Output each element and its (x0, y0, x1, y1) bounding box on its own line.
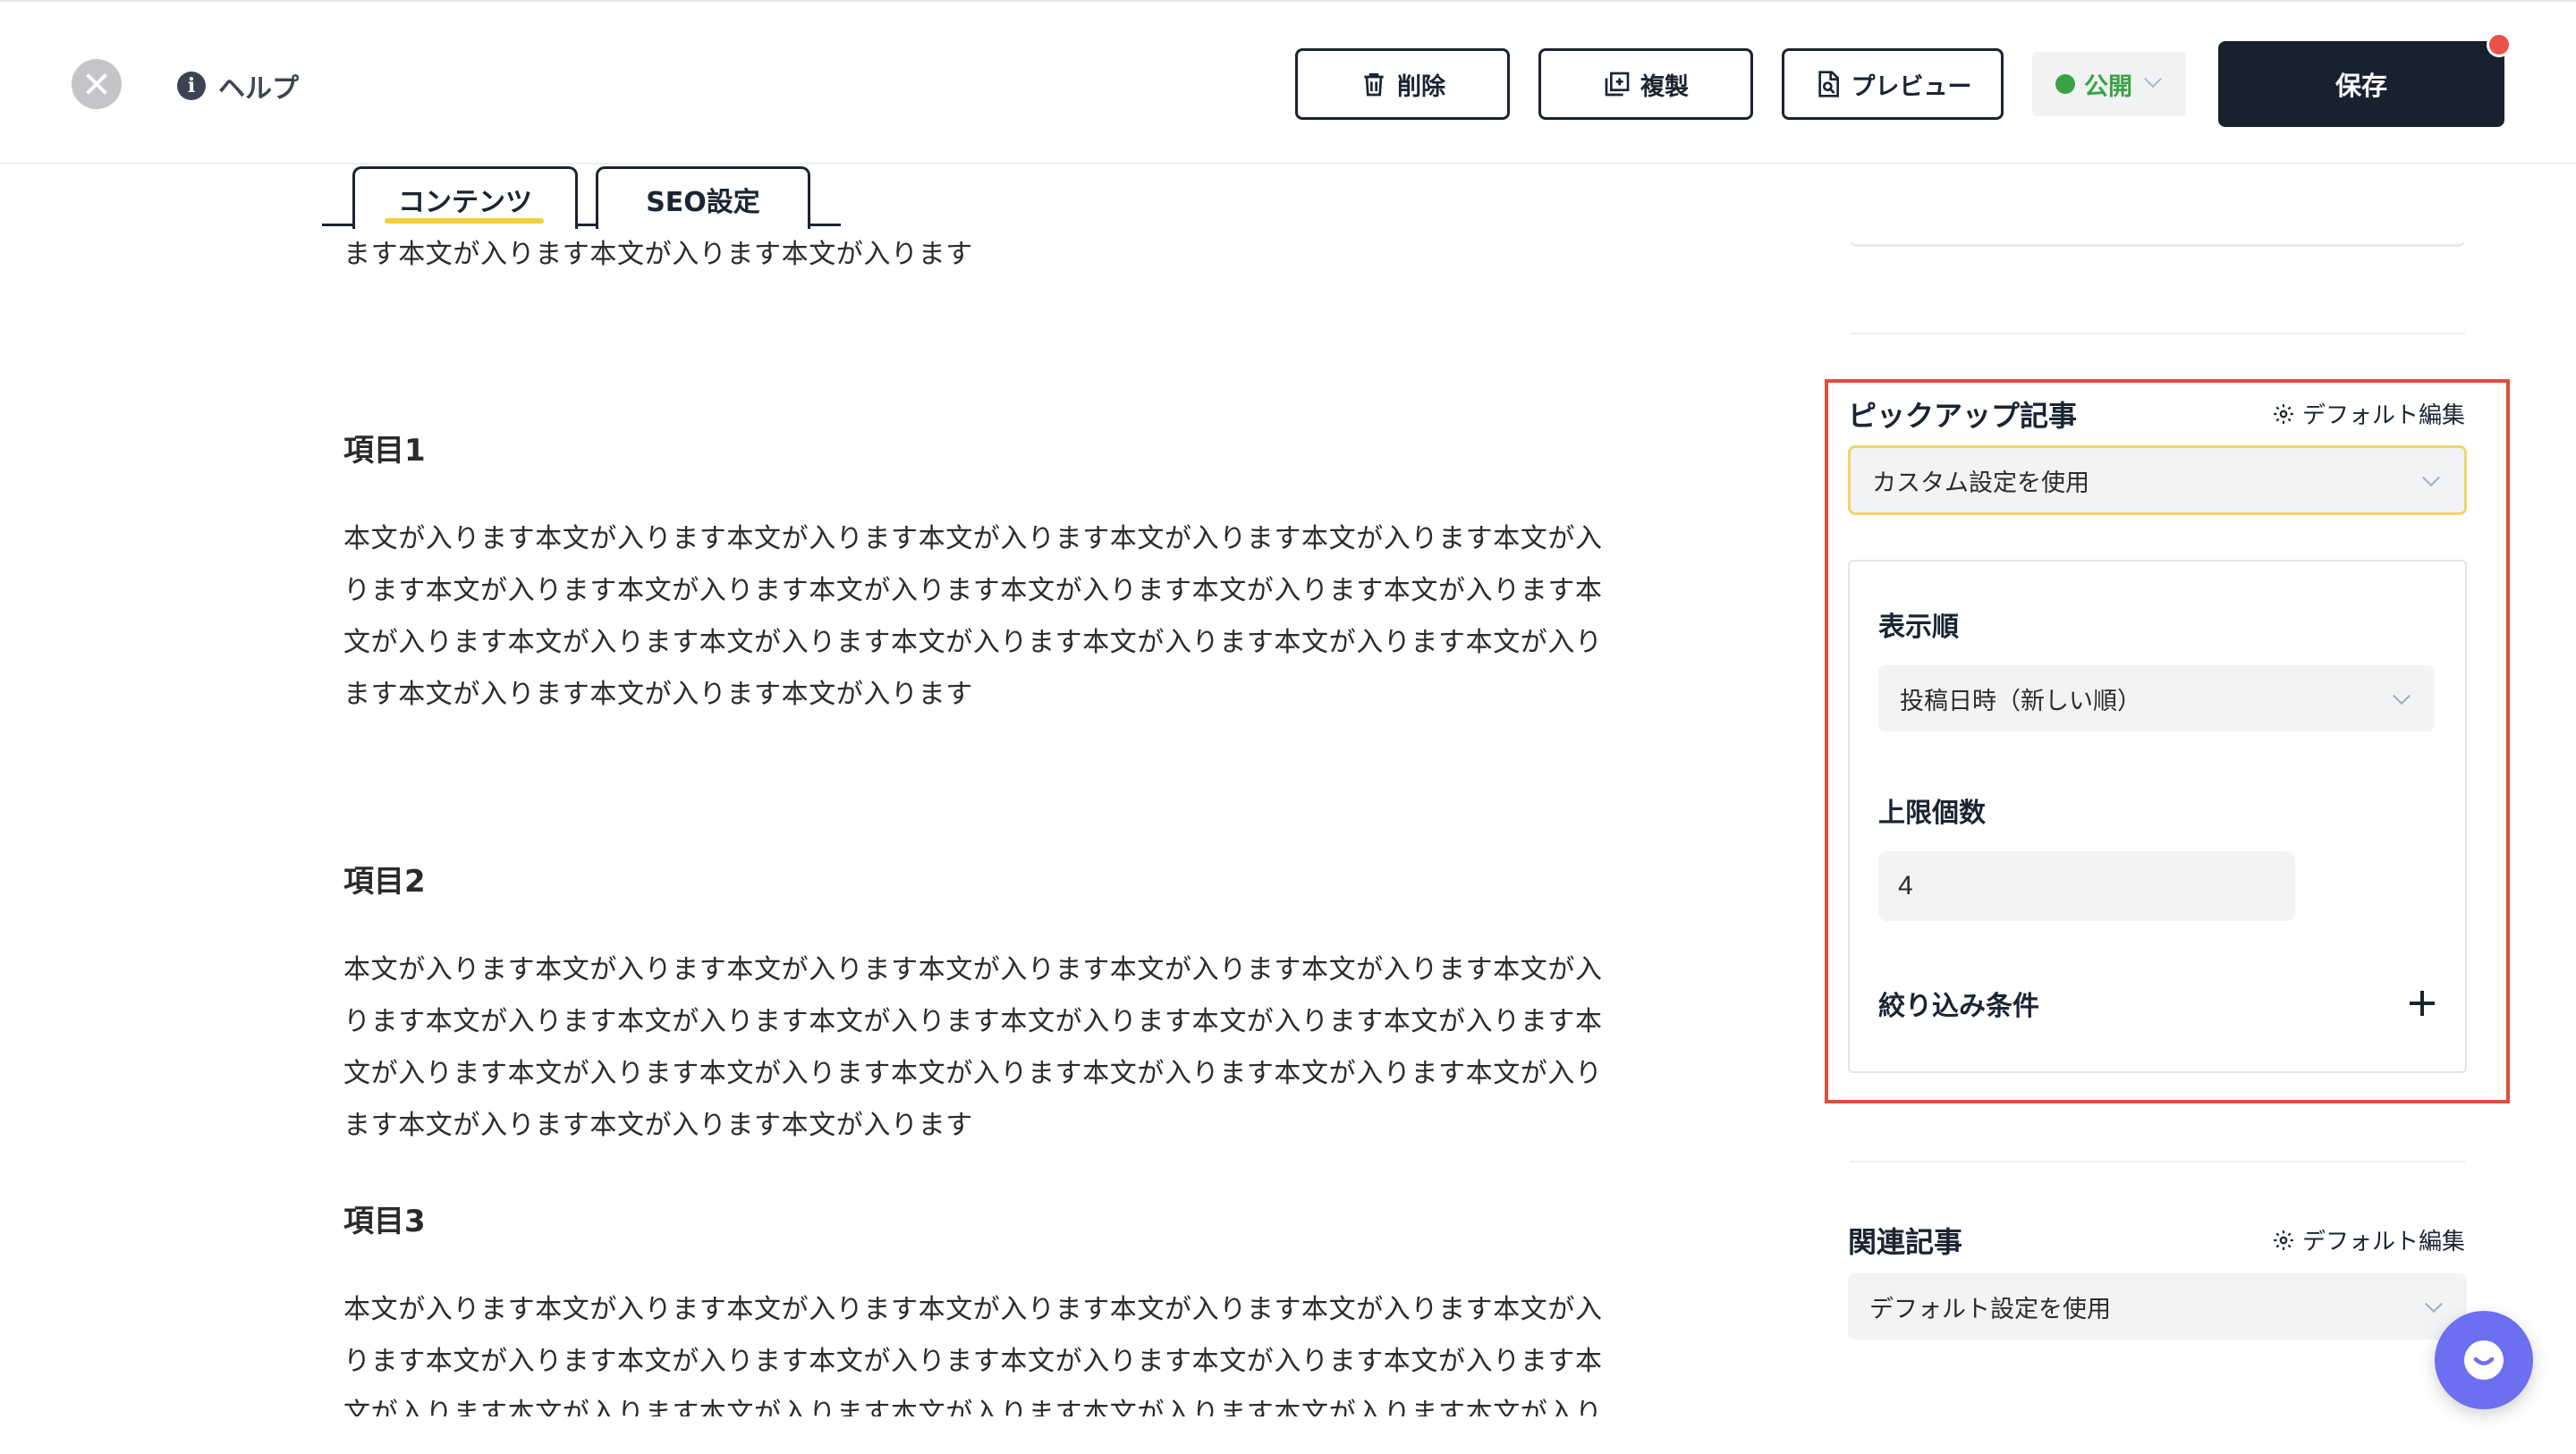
paragraph-line: ります本文が入ります本文が入ります本文が入ります本文が入ります本文が入ります本文… (343, 1346, 1603, 1377)
sidebar-previous-field (1850, 229, 2465, 247)
info-icon: i (177, 72, 206, 100)
related-default-edit-link[interactable]: デフォルト編集 (2272, 1223, 2465, 1256)
paragraph-line: ます本文が入ります本文が入ります本文が入ります (343, 1110, 973, 1141)
article-body: ます本文が入ります本文が入ります本文が入ります 項目1 本文が入ります本文が入り… (343, 229, 1667, 1416)
duplicate-icon (1605, 72, 1630, 97)
section-heading: 項目3 (343, 1204, 426, 1239)
paragraph-line: ります本文が入ります本文が入ります本文が入ります本文が入ります本文が入ります本文… (343, 575, 1603, 606)
paragraph-line: 文が入ります本文が入ります本文が入ります本文が入ります本文が入ります本文が入りま… (343, 1398, 1603, 1416)
related-setting-select[interactable]: デフォルト設定を使用 (1848, 1273, 2467, 1340)
delete-label: 削除 (1397, 72, 1445, 101)
paragraph-line: ります本文が入ります本文が入ります本文が入ります本文が入ります本文が入ります本文… (343, 1006, 1603, 1037)
section-heading: 項目2 (343, 864, 426, 900)
preview-document-icon (1818, 71, 1839, 97)
pickup-default-edit-link[interactable]: デフォルト編集 (2272, 397, 2465, 430)
section-paragraph: 本文が入ります本文が入ります本文が入ります本文が入ります本文が入ります本文が入り… (343, 944, 1667, 1152)
chat-icon (2464, 1340, 2504, 1380)
pickup-setting-value: カスタム設定を使用 (1872, 469, 2089, 497)
preview-button[interactable]: プレビュー (1782, 48, 2004, 120)
paragraph-line: 文が入ります本文が入ります本文が入ります本文が入ります本文が入ります本文が入りま… (343, 1058, 1603, 1089)
related-setting-value: デフォルト設定を使用 (1869, 1295, 2111, 1323)
status-label: 公開 (2084, 72, 2132, 101)
duplicate-label: 複製 (1640, 72, 1689, 101)
gear-icon (2274, 403, 2293, 424)
chevron-down-icon (2422, 469, 2440, 487)
duplicate-button[interactable]: 複製 (1538, 48, 1753, 120)
display-order-label: 表示順 (1878, 612, 1959, 643)
help-label: ヘルプ (218, 73, 299, 105)
paragraph-line: ます本文が入ります本文が入ります本文が入ります (343, 679, 973, 710)
sidebar-divider (1850, 1161, 2465, 1162)
delete-button[interactable]: 削除 (1295, 48, 1510, 120)
pickup-setting-select[interactable]: カスタム設定を使用 (1848, 445, 2467, 515)
default-edit-label: デフォルト編集 (2302, 1229, 2466, 1255)
trash-icon (1364, 73, 1384, 97)
paragraph-line: 本文が入ります本文が入ります本文が入ります本文が入ります本文が入ります本文が入り… (343, 954, 1603, 985)
help-link[interactable]: i ヘルプ (177, 68, 299, 105)
chevron-down-icon (2425, 1295, 2443, 1314)
default-edit-label: デフォルト編集 (2302, 402, 2466, 429)
paragraph-line: 本文が入ります本文が入ります本文が入ります本文が入ります本文が入ります本文が入り… (343, 523, 1603, 554)
section-paragraph: 本文が入ります本文が入ります本文が入ります本文が入ります本文が入ります本文が入り… (343, 513, 1667, 721)
top-bar: i ヘルプ 削除 複製 プレビュー 公開 保存 (0, 0, 2576, 165)
limit-count-input[interactable] (1878, 851, 2295, 921)
display-order-select[interactable]: 投稿日時（新しい順） (1878, 665, 2435, 731)
limit-count-label: 上限個数 (1878, 798, 1986, 829)
publish-status-select[interactable]: 公開 (2032, 52, 2186, 116)
gear-icon (2274, 1230, 2293, 1250)
save-button[interactable]: 保存 (2218, 41, 2504, 127)
tab-seo-settings[interactable]: SEO設定 (596, 166, 810, 229)
paragraph-line: 文が入ります本文が入ります本文が入ります本文が入ります本文が入ります本文が入りま… (343, 627, 1603, 658)
chat-launcher-button[interactable] (2435, 1311, 2533, 1409)
status-dot (2055, 74, 2075, 94)
paragraph-intro-tail: ます本文が入ります本文が入ります本文が入ります (343, 239, 973, 270)
preview-label: プレビュー (1851, 72, 1972, 101)
sidebar-divider (1850, 333, 2465, 334)
active-tab-indicator (385, 218, 544, 224)
pickup-section-title: ピックアップ記事 (1848, 399, 2078, 433)
paragraph-line: 本文が入ります本文が入ります本文が入ります本文が入ります本文が入ります本文が入り… (343, 1294, 1603, 1325)
notification-badge (2487, 32, 2512, 57)
related-section-title: 関連記事 (1848, 1225, 1963, 1259)
filter-conditions-label: 絞り込み条件 (1878, 991, 2039, 1022)
close-icon[interactable] (72, 59, 122, 109)
display-order-value: 投稿日時（新しい順） (1900, 687, 2141, 715)
chevron-down-icon (2144, 70, 2162, 89)
section-heading: 項目1 (343, 433, 426, 469)
section-paragraph: 本文が入ります本文が入ります本文が入ります本文が入ります本文が入ります本文が入り… (343, 1284, 1667, 1416)
chevron-down-icon (2393, 687, 2411, 706)
plus-icon[interactable] (2410, 991, 2435, 1016)
